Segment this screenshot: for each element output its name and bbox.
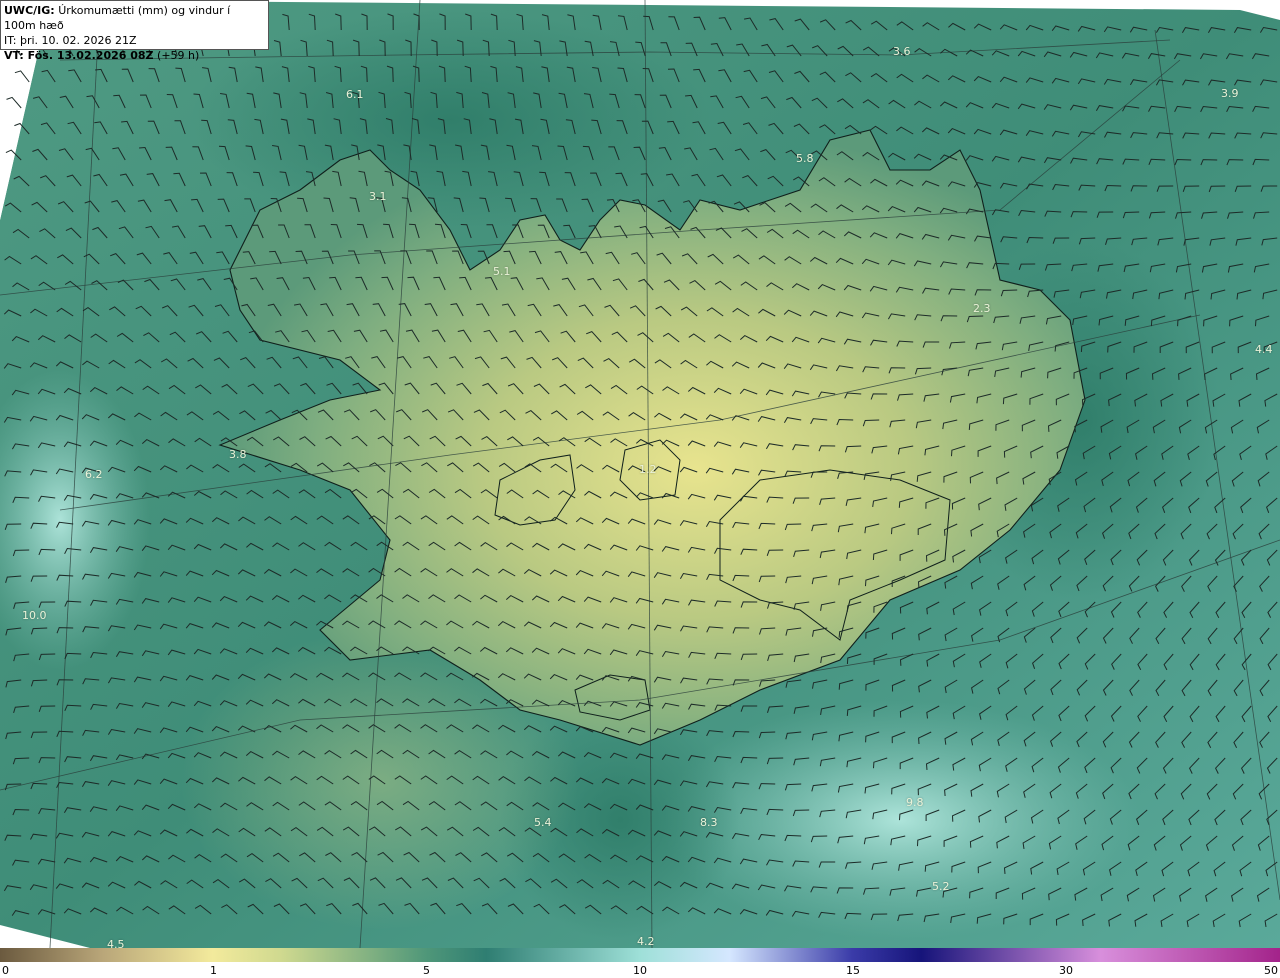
forecast-lead: (+59 h)	[157, 49, 200, 62]
value-label: 2.3	[973, 302, 991, 315]
valid-time: VT: Fös. 13.02.2026 08Z	[4, 49, 154, 62]
legend-tick: 15	[846, 964, 860, 977]
map-area: 3.6 6.1 3.9 5.8 3.1 5.1 2.3 4.4 3.8 1.2 …	[0, 0, 1280, 948]
init-time: IT: þri. 10. 02. 2026 21Z	[4, 34, 137, 47]
color-legend: 0 1 5 10 15 30 50	[0, 948, 1280, 978]
model-code: UWC/IG:	[4, 4, 55, 17]
legend-colorbar	[0, 948, 1280, 962]
legend-tick: 30	[1059, 964, 1073, 977]
value-label: 4.5	[107, 938, 125, 948]
legend-tick: 10	[633, 964, 647, 977]
value-label: 1.2	[639, 463, 657, 476]
value-label: 3.9	[1221, 87, 1239, 100]
value-label: 5.8	[796, 152, 814, 165]
value-label: 3.6	[893, 45, 911, 58]
value-label: 4.2	[637, 935, 655, 948]
legend-tick: 5	[423, 964, 430, 977]
title-line-1: UWC/IG: Úrkomumætti (mm) og vindur í 100…	[4, 3, 265, 33]
legend-tick: 0	[2, 964, 9, 977]
value-label: 6.2	[85, 468, 103, 481]
value-label: 8.3	[700, 816, 718, 829]
value-label: 6.1	[346, 88, 364, 101]
legend-tick: 1	[210, 964, 217, 977]
value-label: 10.0	[22, 609, 47, 622]
value-label: 5.2	[932, 880, 950, 893]
title-line-3: VT: Fös. 13.02.2026 08Z (+59 h)	[4, 48, 265, 63]
value-label: 5.1	[493, 265, 511, 278]
legend-tick: 50	[1264, 964, 1278, 977]
value-label: 9.8	[906, 796, 924, 809]
value-label: 5.4	[534, 816, 552, 829]
value-label: 4.4	[1255, 343, 1273, 356]
value-label: 3.8	[229, 448, 247, 461]
value-label: 3.1	[369, 190, 387, 203]
map-title-box: UWC/IG: Úrkomumætti (mm) og vindur í 100…	[0, 0, 269, 62]
